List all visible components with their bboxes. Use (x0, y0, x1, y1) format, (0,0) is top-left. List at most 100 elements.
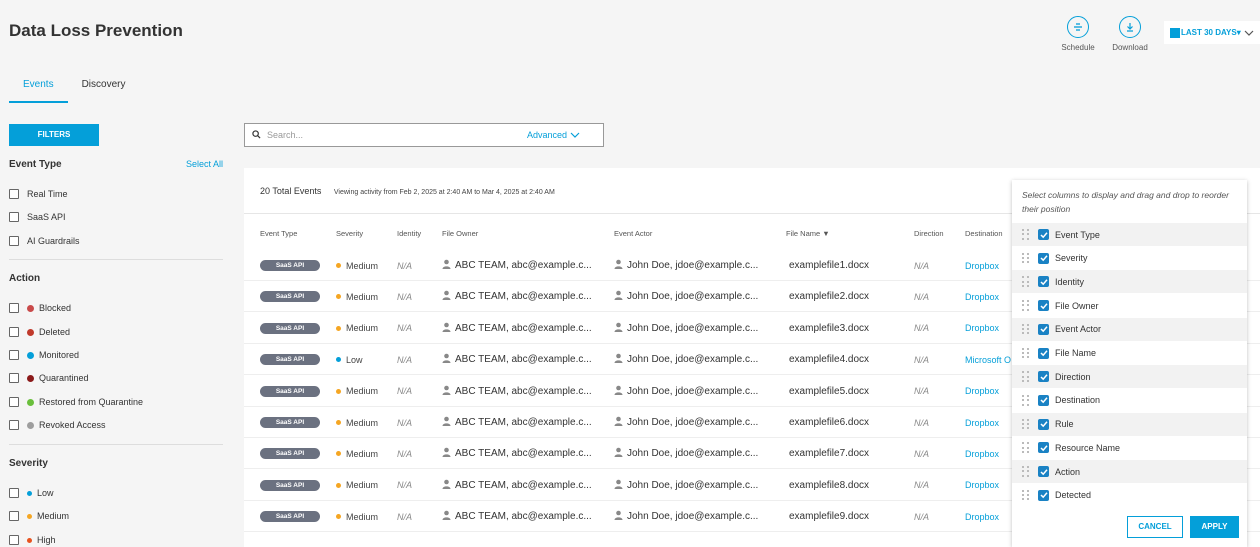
filter-real-time[interactable]: Real Time (9, 189, 68, 199)
column-header[interactable]: Event Actor (614, 229, 652, 238)
destination-link[interactable]: Dropbox (965, 261, 999, 271)
destination-link[interactable]: Dropbox (965, 418, 999, 428)
destination-link[interactable]: Dropbox (965, 323, 999, 333)
severity-dot-icon (336, 294, 341, 300)
destination-link[interactable]: Dropbox (965, 292, 999, 302)
column-checkbox[interactable] (1038, 466, 1049, 477)
column-option[interactable]: Event Type (1012, 223, 1247, 246)
filter-blocked[interactable]: Blocked (9, 303, 71, 313)
column-header[interactable]: File Name ▼ (786, 229, 830, 238)
schedule-button[interactable]: Schedule (1058, 16, 1098, 52)
checkbox[interactable] (9, 303, 19, 313)
checkbox[interactable] (9, 511, 19, 521)
column-checkbox[interactable] (1038, 252, 1049, 264)
apply-button[interactable]: APPLY (1190, 516, 1239, 538)
select-all-link[interactable]: Select All (186, 159, 223, 170)
file-name-value: examplefile8.docx (789, 479, 870, 491)
column-header[interactable]: Severity (336, 229, 363, 238)
drag-handle-icon[interactable] (1022, 323, 1030, 335)
destination-link[interactable]: Microsoft O (965, 355, 1011, 365)
destination-cell: Dropbox (965, 250, 1015, 281)
drag-handle-icon[interactable] (1022, 489, 1030, 501)
destination-link[interactable]: Dropbox (965, 512, 999, 522)
checkbox[interactable] (9, 236, 19, 246)
column-option[interactable]: Detected (1012, 484, 1247, 507)
checkbox[interactable] (9, 189, 19, 199)
column-checkbox[interactable] (1038, 229, 1049, 240)
filter-quarantined[interactable]: Quarantined (9, 373, 89, 383)
filter-medium[interactable]: Medium (9, 511, 69, 521)
destination-link[interactable]: Dropbox (965, 480, 999, 490)
column-checkbox[interactable] (1038, 323, 1049, 335)
drag-handle-icon[interactable] (1022, 276, 1030, 288)
column-checkbox[interactable] (1038, 489, 1049, 501)
filter-restored[interactable]: Restored from Quarantine (9, 397, 143, 407)
checkbox[interactable] (9, 212, 19, 222)
download-icon (1119, 16, 1141, 38)
column-option[interactable]: File Name (1012, 342, 1247, 365)
column-checkbox[interactable] (1038, 347, 1049, 359)
checkbox[interactable] (9, 327, 19, 337)
column-header[interactable]: Direction (914, 229, 944, 238)
drag-handle-icon[interactable] (1022, 300, 1030, 311)
column-option[interactable]: Direction (1012, 365, 1247, 389)
drag-handle-icon[interactable] (1022, 418, 1030, 430)
drag-handle-icon[interactable] (1022, 466, 1030, 477)
filter-monitored[interactable]: Monitored (9, 350, 79, 360)
drag-handle-icon[interactable] (1022, 394, 1030, 406)
filters-button[interactable]: FILTERS (9, 124, 99, 146)
column-option[interactable]: Resource Name (1012, 436, 1247, 459)
drag-handle-icon[interactable] (1022, 229, 1030, 240)
drag-handle-icon[interactable] (1022, 252, 1030, 264)
column-checkbox[interactable] (1038, 300, 1049, 312)
column-option[interactable]: Event Actor (1012, 317, 1247, 341)
column-checkbox[interactable] (1038, 442, 1049, 454)
column-option[interactable]: Destination (1012, 389, 1247, 412)
filter-saas-api[interactable]: SaaS API (9, 212, 66, 222)
column-header[interactable]: Event Type (260, 229, 297, 238)
search-input[interactable] (267, 130, 527, 140)
destination-link[interactable]: Dropbox (965, 386, 999, 396)
filter-ai-guardrails[interactable]: AI Guardrails (9, 236, 80, 246)
filter-revoked-access[interactable]: Revoked Access (9, 420, 106, 430)
event-type-cell: SaaS API (260, 438, 320, 469)
drag-handle-icon[interactable] (1022, 347, 1030, 359)
column-checkbox[interactable] (1038, 371, 1049, 383)
column-option[interactable]: Identity (1012, 270, 1247, 294)
drag-handle-icon[interactable] (1022, 371, 1030, 382)
destination-link[interactable]: Dropbox (965, 449, 999, 459)
column-header[interactable]: Identity (397, 229, 421, 238)
checkbox[interactable] (9, 488, 19, 498)
drag-handle-icon[interactable] (1022, 442, 1030, 453)
column-header[interactable]: File Owner (442, 229, 478, 238)
download-button[interactable]: Download (1110, 16, 1150, 52)
file-name-value: examplefile2.docx (789, 291, 870, 303)
column-header[interactable]: Destination (965, 229, 1003, 238)
column-option[interactable]: Rule (1012, 412, 1247, 436)
date-range-selector[interactable]: LAST 30 DAYS▾ (1164, 21, 1260, 44)
filter-label: Restored from Quarantine (39, 397, 144, 407)
filter-deleted[interactable]: Deleted (9, 327, 70, 337)
tab-events[interactable]: Events (9, 72, 68, 103)
checkbox[interactable] (9, 350, 19, 360)
cancel-button[interactable]: CANCEL (1127, 516, 1183, 538)
column-checkbox[interactable] (1038, 418, 1049, 430)
checkbox[interactable] (9, 420, 19, 430)
checkbox[interactable] (9, 373, 19, 383)
destination-cell: Dropbox (965, 313, 1015, 344)
filter-low[interactable]: Low (9, 488, 54, 498)
direction-value: N/A (914, 511, 930, 522)
tab-discovery[interactable]: Discovery (68, 72, 140, 103)
severity-label: Medium (346, 448, 379, 459)
column-checkbox[interactable] (1038, 276, 1049, 288)
checkbox[interactable] (9, 535, 19, 545)
event-type-badge: SaaS API (260, 385, 320, 397)
column-checkbox[interactable] (1038, 394, 1049, 406)
event-actor-value: John Doe, jdoe@example.c... (627, 354, 759, 366)
column-option[interactable]: Severity (1012, 247, 1247, 270)
checkbox[interactable] (9, 397, 19, 407)
column-option[interactable]: File Owner (1012, 294, 1247, 317)
column-option[interactable]: Action (1012, 460, 1247, 483)
filter-high[interactable]: High (9, 535, 56, 545)
advanced-search-toggle[interactable]: Advanced (527, 130, 580, 140)
